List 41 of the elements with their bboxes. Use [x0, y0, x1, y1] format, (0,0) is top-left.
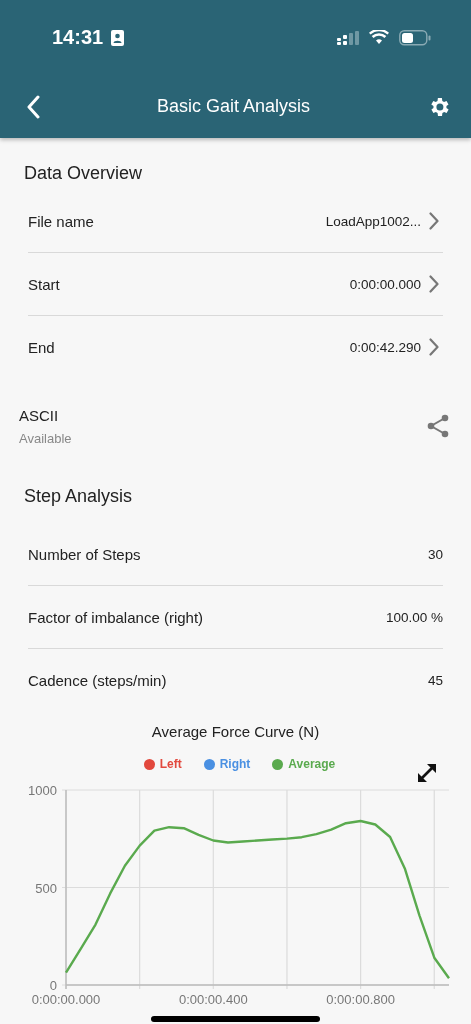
back-icon [26, 94, 40, 119]
data-row[interactable]: Start 0:00:00.000 [28, 253, 443, 316]
export-status: Available [19, 431, 73, 446]
chevron-icon [429, 212, 439, 230]
chart-title: Average Force Curve (N) [150, 722, 321, 742]
x-tick-label: 0:00:00.800 [326, 992, 395, 1007]
row-label: End [28, 338, 56, 356]
section-heading: Step Analysis [23, 484, 134, 508]
row-label: Number of Steps [28, 545, 142, 563]
wifi-icon [369, 30, 389, 45]
row-value: 45 [427, 672, 443, 688]
row-value: LoadApp1002... [325, 213, 421, 229]
export-format: ASCII [19, 407, 60, 424]
legend-item[interactable]: Left [143, 757, 182, 771]
data-row[interactable]: File name LoadApp1002... [28, 190, 443, 253]
signal-icon [337, 30, 359, 45]
contact-card-icon [111, 29, 125, 46]
row-label: Cadence (steps/min) [28, 671, 168, 689]
y-tick-label: 500 [35, 880, 57, 896]
chevron-icon [429, 275, 439, 293]
y-tick-label: 1000 [28, 783, 57, 798]
x-tick-label: 0:00:00.400 [178, 992, 248, 1007]
x-tick-label: 0:00:00.000 [31, 992, 101, 1007]
row-label: Start [28, 275, 61, 293]
share-icon [427, 413, 449, 438]
expand-icon [415, 761, 439, 785]
share-button[interactable] [427, 413, 449, 438]
row-value: 0:00:00.000 [349, 276, 421, 292]
screen-title: Basic Gait Analysis [156, 96, 311, 117]
row-label: File name [28, 212, 95, 230]
chevron-icon [429, 338, 439, 356]
row-value: 0:00:42.290 [349, 339, 421, 355]
section-heading: Data Overview [23, 162, 144, 185]
y-tick-label: 0 [49, 978, 57, 993]
expand-button[interactable] [415, 761, 439, 785]
battery-icon [399, 29, 431, 46]
status-time: 14:31 [52, 26, 104, 49]
row-value: 100.00 % [385, 609, 443, 625]
row-label: Factor of imbalance (right) [28, 608, 205, 626]
data-row[interactable]: End 0:00:42.290 [28, 316, 443, 378]
row-value: 30 [427, 546, 443, 562]
